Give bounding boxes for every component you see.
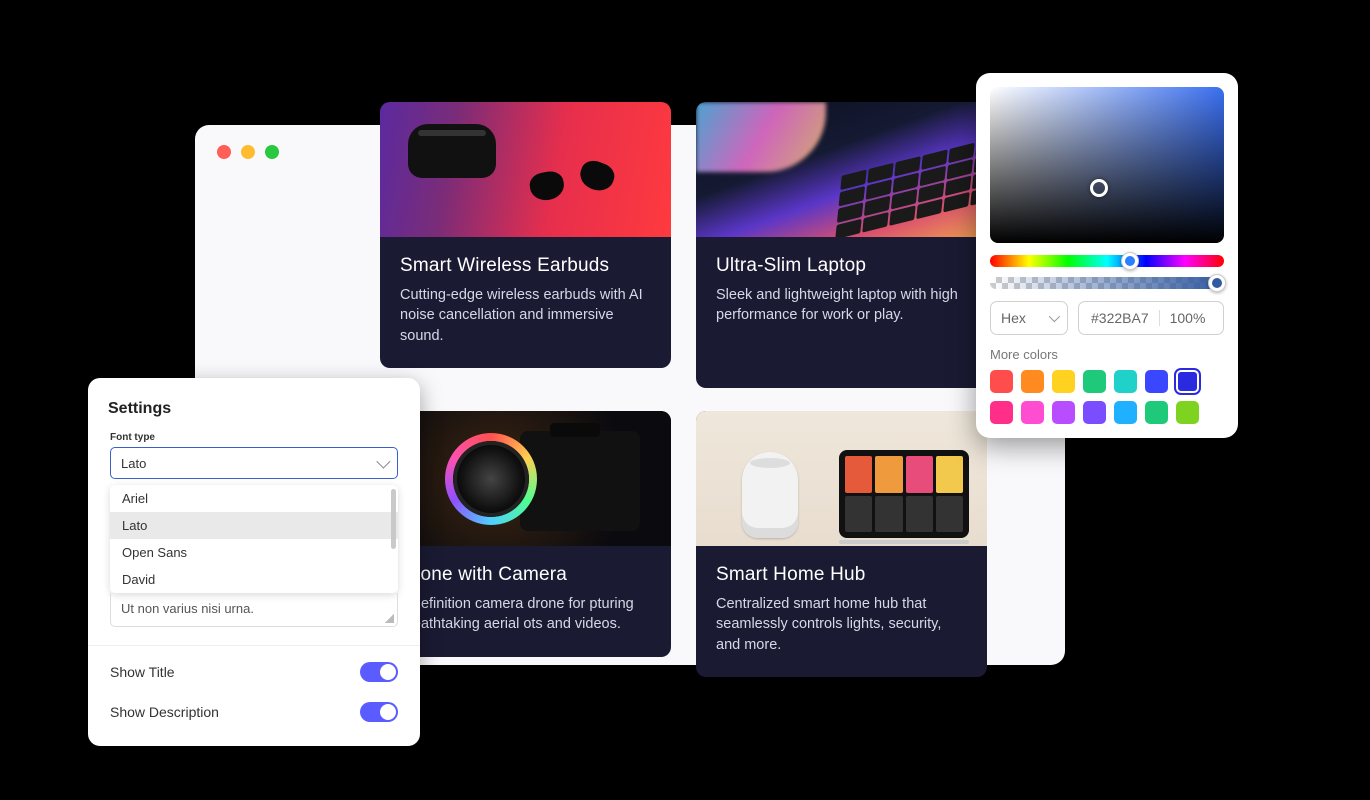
alpha-slider[interactable] — [990, 277, 1224, 289]
product-title: Ultra-Slim Laptop — [716, 255, 967, 277]
product-card-earbuds[interactable]: Smart Wireless Earbuds Cutting-edge wire… — [380, 102, 671, 368]
color-swatch[interactable] — [1083, 401, 1106, 424]
product-description: Cutting-edge wireless earbuds with AI no… — [400, 285, 651, 346]
font-option[interactable]: David — [110, 566, 398, 593]
product-card-drone[interactable]: Drone with Camera h-definition camera dr… — [380, 411, 671, 657]
product-image — [380, 411, 671, 546]
color-swatch[interactable] — [990, 370, 1013, 393]
textarea-field[interactable]: Ut non varius nisi urna. — [110, 593, 398, 627]
product-card-hub[interactable]: Smart Home Hub Centralized smart home hu… — [696, 411, 987, 677]
maximize-icon[interactable] — [265, 145, 279, 159]
resize-handle-icon[interactable] — [385, 614, 394, 623]
product-image — [696, 411, 987, 546]
show-title-label: Show Title — [110, 664, 175, 680]
color-swatch[interactable] — [1145, 370, 1168, 393]
window-controls — [217, 145, 279, 159]
color-swatch[interactable] — [1052, 401, 1075, 424]
swatch-row-1 — [990, 370, 1224, 393]
hex-value: #322BA7 — [1091, 310, 1149, 326]
font-option[interactable]: Ariel — [110, 485, 398, 512]
color-swatch[interactable] — [1176, 401, 1199, 424]
product-description: Sleek and lightweight laptop with high p… — [716, 285, 967, 326]
hue-thumb[interactable] — [1121, 252, 1139, 270]
color-picker-panel: Hex #322BA7 100% More colors — [976, 73, 1238, 438]
color-swatch[interactable] — [1083, 370, 1106, 393]
divider — [88, 645, 420, 646]
color-swatch[interactable] — [990, 401, 1013, 424]
scrollbar[interactable] — [391, 489, 396, 549]
color-swatch[interactable] — [1114, 401, 1137, 424]
minimize-icon[interactable] — [241, 145, 255, 159]
chevron-down-icon — [376, 455, 390, 469]
product-card-laptop[interactable]: Ultra-Slim Laptop Sleek and lightweight … — [696, 102, 987, 388]
show-description-label: Show Description — [110, 704, 219, 720]
hue-slider[interactable] — [990, 255, 1224, 267]
close-icon[interactable] — [217, 145, 231, 159]
gradient-cursor-icon[interactable] — [1090, 179, 1108, 197]
settings-heading: Settings — [100, 400, 408, 432]
opacity-value: 100% — [1170, 310, 1206, 326]
chevron-down-icon — [1049, 311, 1060, 322]
color-gradient-area[interactable] — [990, 87, 1224, 243]
font-type-select[interactable]: Lato — [110, 447, 398, 479]
product-description: h-definition camera drone for pturing br… — [400, 594, 651, 635]
product-title: Smart Home Hub — [716, 564, 967, 586]
product-image — [696, 102, 987, 237]
product-image — [380, 102, 671, 237]
more-colors-label: More colors — [990, 347, 1224, 362]
product-title: Drone with Camera — [400, 564, 651, 586]
swatch-row-2 — [990, 401, 1224, 424]
font-type-dropdown: Ariel Lato Open Sans David — [110, 485, 398, 593]
color-swatch[interactable] — [1021, 401, 1044, 424]
product-description: Centralized smart home hub that seamless… — [716, 594, 967, 655]
color-swatch[interactable] — [1176, 370, 1199, 393]
color-format-select[interactable]: Hex — [990, 301, 1068, 335]
product-title: Smart Wireless Earbuds — [400, 255, 651, 277]
font-type-label: Font type — [100, 432, 408, 447]
font-type-value: Lato — [121, 456, 146, 471]
font-option[interactable]: Open Sans — [110, 539, 398, 566]
color-value-input[interactable]: #322BA7 100% — [1078, 301, 1224, 335]
color-swatch[interactable] — [1114, 370, 1137, 393]
alpha-thumb[interactable] — [1208, 274, 1226, 292]
font-option[interactable]: Lato — [110, 512, 398, 539]
color-swatch[interactable] — [1052, 370, 1075, 393]
show-description-toggle[interactable] — [360, 702, 398, 722]
color-swatch[interactable] — [1021, 370, 1044, 393]
color-swatch[interactable] — [1145, 401, 1168, 424]
settings-panel: Settings Font type Lato Ariel Lato Open … — [88, 378, 420, 746]
show-title-toggle[interactable] — [360, 662, 398, 682]
